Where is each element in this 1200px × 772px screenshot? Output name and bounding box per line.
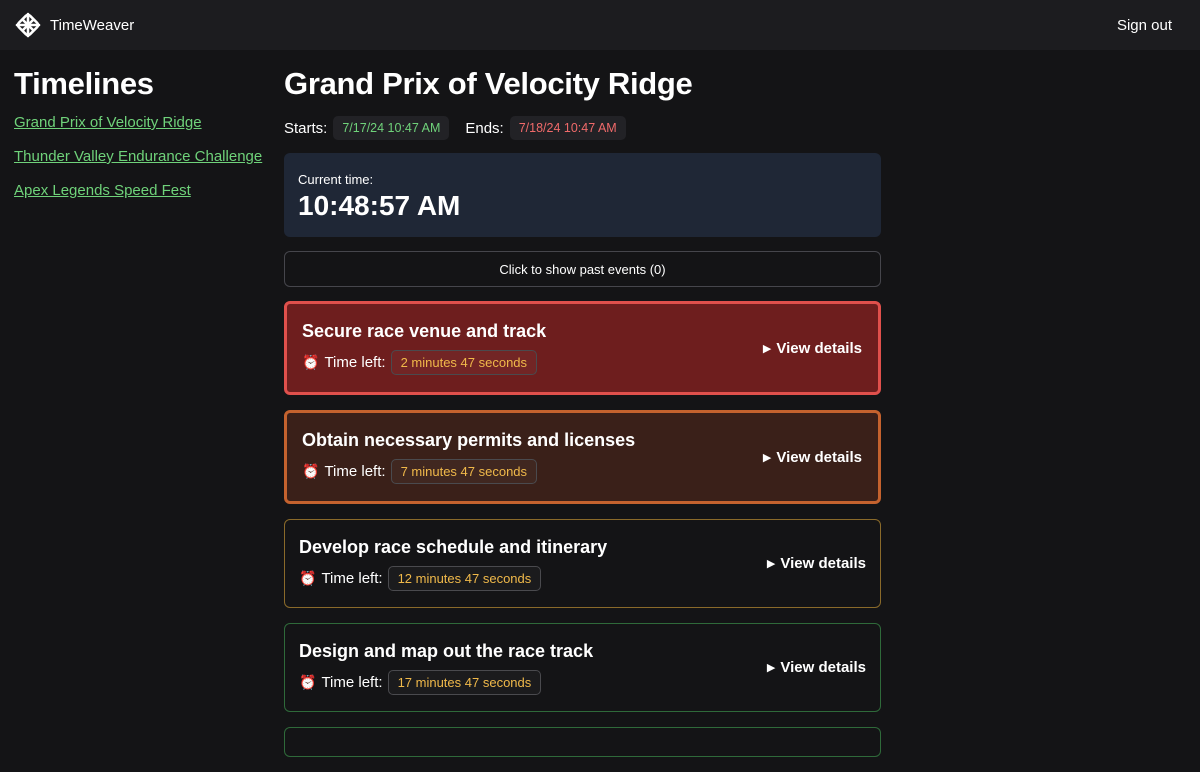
- brand[interactable]: TimeWeaver: [14, 11, 134, 39]
- triangle-right-icon: ▶: [762, 342, 772, 355]
- time-left-label: Time left:: [321, 569, 383, 587]
- time-left-value: 2 minutes 47 seconds: [390, 350, 538, 375]
- event-card: Obtain necessary permits and licenses ⏰ …: [284, 410, 881, 504]
- view-details-label: View details: [776, 448, 862, 466]
- triangle-right-icon: ▶: [762, 451, 772, 464]
- view-details-label: View details: [780, 659, 866, 676]
- time-left-value: 7 minutes 47 seconds: [390, 459, 538, 484]
- triangle-right-icon: ▶: [766, 558, 776, 570]
- event-info: Obtain necessary permits and licenses ⏰ …: [302, 430, 635, 484]
- sidebar-item-apex-legends[interactable]: Apex Legends Speed Fest: [14, 182, 264, 199]
- event-title: Design and map out the race track: [299, 640, 594, 661]
- app-name: TimeWeaver: [50, 16, 135, 34]
- starts-value: 7/17/24 10:47 AM: [333, 116, 450, 140]
- event-card: Develop race schedule and itinerary ⏰ Ti…: [284, 519, 881, 608]
- event-info: Secure race venue and track ⏰ Time left:…: [302, 321, 546, 375]
- ends-label: Ends:: [465, 119, 504, 137]
- time-left-label: Time left:: [324, 354, 386, 371]
- alarm-clock-icon: ⏰: [299, 569, 317, 586]
- view-details-toggle[interactable]: ▶ View details: [763, 340, 862, 357]
- time-left-row: ⏰ Time left: 7 minutes 47 seconds: [302, 459, 635, 484]
- sidebar-item-thunder-valley[interactable]: Thunder Valley Endurance Challenge: [14, 148, 264, 165]
- event-info: Develop race schedule and itinerary ⏰ Ti…: [299, 537, 607, 591]
- sign-out-link[interactable]: Sign out: [1117, 17, 1172, 34]
- alarm-clock-icon: ⏰: [302, 354, 320, 370]
- event-title: Develop race schedule and itinerary: [299, 536, 608, 557]
- main-content: Grand Prix of Velocity Ridge Starts: 7/1…: [284, 66, 881, 772]
- time-left-value: 17 minutes 47 seconds: [387, 669, 542, 695]
- event-title: Secure race venue and track: [302, 321, 547, 341]
- current-time-value: 10:48:57 AM: [298, 190, 461, 221]
- time-left-row: ⏰ Time left: 17 minutes 47 seconds: [299, 669, 593, 695]
- page-title: Grand Prix of Velocity Ridge: [284, 66, 693, 101]
- event-card: Secure race venue and track ⏰ Time left:…: [284, 301, 881, 395]
- view-details-toggle[interactable]: ▶ View details: [763, 449, 862, 466]
- timeline-dates: Starts: 7/17/24 10:47 AM Ends: 7/18/24 1…: [284, 116, 881, 140]
- sidebar: Timelines Grand Prix of Velocity Ridge T…: [14, 66, 264, 216]
- alarm-clock-icon: ⏰: [302, 463, 320, 479]
- sidebar-item-grand-prix[interactable]: Grand Prix of Velocity Ridge: [14, 114, 264, 131]
- sidebar-heading: Timelines: [14, 66, 154, 101]
- event-card-partial: [284, 727, 881, 757]
- event-title: Obtain necessary permits and licenses: [302, 430, 636, 450]
- time-left-row: ⏰ Time left: 2 minutes 47 seconds: [302, 350, 546, 375]
- show-past-events-button[interactable]: Click to show past events (0): [284, 251, 881, 287]
- knot-logo-icon: [15, 12, 41, 38]
- view-details-label: View details: [776, 339, 862, 357]
- current-time-panel: Current time: 10:48:57 AM: [284, 153, 881, 237]
- event-info: Design and map out the race track ⏰ Time…: [299, 641, 593, 695]
- time-left-row: ⏰ Time left: 12 minutes 47 seconds: [299, 565, 607, 591]
- top-navbar: TimeWeaver Sign out: [0, 0, 1200, 50]
- view-details-label: View details: [780, 555, 866, 572]
- view-details-toggle[interactable]: ▶ View details: [767, 659, 866, 676]
- alarm-clock-icon: ⏰: [299, 673, 317, 690]
- time-left-value: 12 minutes 47 seconds: [387, 565, 542, 591]
- time-left-label: Time left:: [321, 673, 383, 691]
- ends-value: 7/18/24 10:47 AM: [509, 116, 626, 140]
- starts-label: Starts:: [284, 119, 328, 137]
- current-time-label: Current time:: [298, 172, 374, 187]
- triangle-right-icon: ▶: [766, 662, 776, 674]
- event-card: Design and map out the race track ⏰ Time…: [284, 623, 881, 712]
- time-left-label: Time left:: [324, 463, 386, 480]
- view-details-toggle[interactable]: ▶ View details: [767, 555, 866, 572]
